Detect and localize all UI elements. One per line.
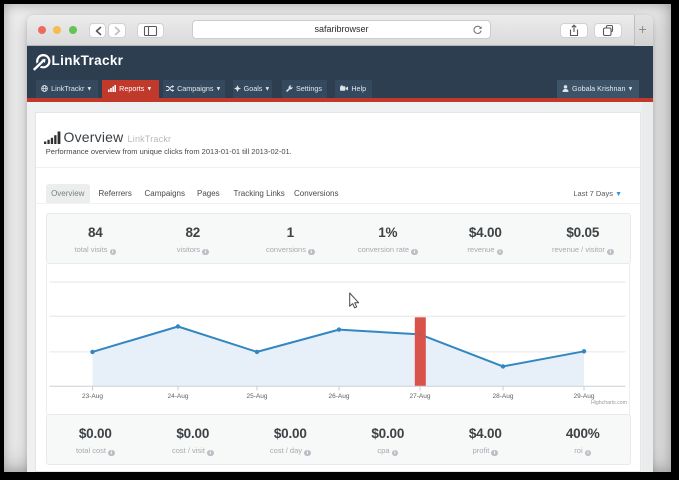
svg-text:28-Aug: 28-Aug <box>493 393 514 400</box>
svg-text:27-Aug: 27-Aug <box>410 393 431 400</box>
svg-text:26-Aug: 26-Aug <box>329 393 350 400</box>
svg-text:23-Aug: 23-Aug <box>82 393 103 400</box>
svg-text:24-Aug: 24-Aug <box>168 393 189 400</box>
svg-text:29-Aug: 29-Aug <box>574 393 595 400</box>
svg-text:Highcharts.com: Highcharts.com <box>591 400 627 406</box>
svg-text:25-Aug: 25-Aug <box>247 393 268 400</box>
